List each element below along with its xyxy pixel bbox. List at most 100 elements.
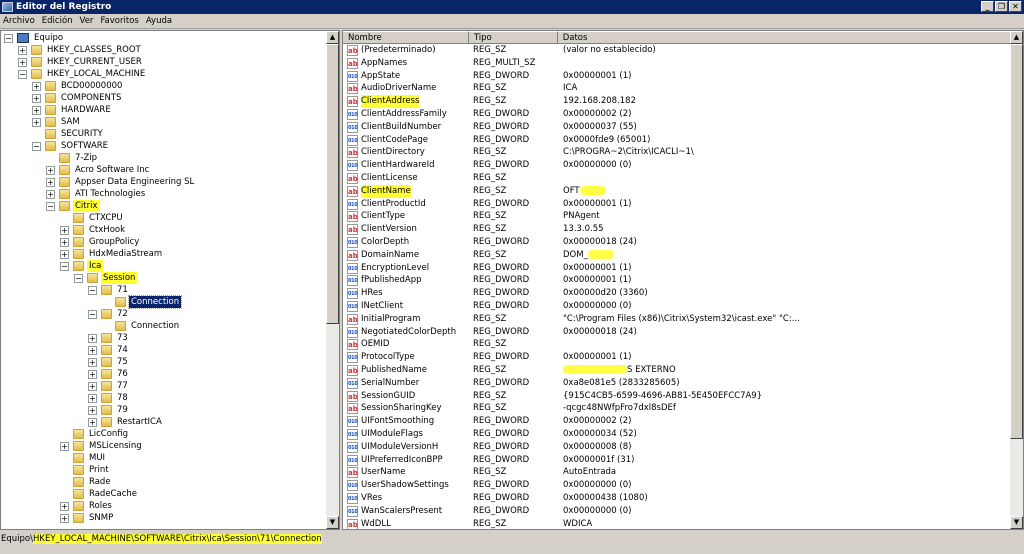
tree-node[interactable]: +78 (88, 392, 130, 404)
expand-icon[interactable]: + (32, 105, 41, 115)
tree-node-label[interactable]: Roles (87, 500, 114, 512)
column-datos[interactable]: Datos (557, 31, 1015, 44)
value-row[interactable]: ab DomainName REG_SZ DOM_ (343, 249, 1015, 262)
tree-node-label[interactable]: LicConfig (87, 428, 130, 440)
tree-node-label[interactable]: BCD00000000 (59, 80, 124, 92)
value-row[interactable]: ab ClientName REG_SZ OFT (343, 184, 1015, 198)
expand-icon[interactable]: + (32, 81, 41, 91)
tree-node-label[interactable]: 74 (115, 344, 130, 356)
expand-icon[interactable]: + (18, 45, 27, 55)
value-row[interactable]: ab ClientDirectory REG_SZ C:\PROGRA~2\Citri… (343, 146, 1015, 159)
tree-node[interactable]: +75 (88, 356, 130, 368)
collapse-icon[interactable]: − (88, 309, 97, 319)
tree-node-label[interactable]: SECURITY (59, 128, 105, 140)
tree-node-label[interactable]: Connection (129, 320, 181, 332)
tree-node[interactable]: − HKEY_LOCAL_MACHINE (18, 68, 147, 80)
close-button[interactable]: ✕ (1009, 1, 1022, 12)
collapse-icon[interactable]: − (32, 141, 41, 151)
value-row[interactable]: 010 ProtocolType REG_DWORD 0x00000001 (1) (343, 351, 1015, 364)
value-row[interactable]: ab ClientVersion REG_SZ 13.3.0.55 (343, 223, 1015, 236)
tree-node[interactable]: + HKEY_CLASSES_ROOT (18, 44, 143, 56)
column-nombre[interactable]: Nombre (343, 31, 469, 44)
tree-node-label[interactable]: HARDWARE (59, 104, 113, 116)
tree-node[interactable]: − Citrix (46, 200, 100, 212)
collapse-icon[interactable]: − (18, 69, 27, 79)
value-row[interactable]: ab ClientAddress REG_SZ 192.168.208.182 (343, 95, 1015, 109)
tree-node[interactable]: + ATI Technologies (46, 188, 147, 200)
tree-node-label[interactable]: 73 (115, 332, 130, 344)
expand-icon[interactable]: + (88, 393, 97, 403)
value-row[interactable]: 010 VRes REG_DWORD 0x00000438 (1080) (343, 492, 1015, 505)
tree-node-label[interactable]: Equipo (32, 32, 65, 44)
tree-node[interactable]: + BCD00000000 (32, 80, 124, 92)
tree-node[interactable]: +77 (88, 380, 130, 392)
expand-icon[interactable]: + (88, 357, 97, 367)
value-row[interactable]: 010 UIModuleVersionH REG_DWORD 0x00000008 (… (343, 441, 1015, 454)
value-row[interactable]: ab AudioDriverName REG_SZ ICA (343, 82, 1015, 95)
menu-ayuda[interactable]: Ayuda (143, 16, 176, 26)
expand-icon[interactable]: + (88, 333, 97, 343)
list-scrollbar[interactable]: ▲ ▼ (1010, 31, 1023, 529)
tree-node[interactable]: SECURITY (32, 128, 105, 140)
value-row[interactable]: 010 fPublishedApp REG_DWORD 0x00000001 (1) (343, 274, 1015, 287)
tree-node-label[interactable]: CTXCPU (87, 212, 125, 224)
value-row[interactable]: ab ClientLicense REG_SZ (343, 172, 1015, 185)
tree-node[interactable]: + COMPONENTS (32, 92, 123, 104)
column-tipo[interactable]: Tipo (468, 31, 558, 44)
tree-node[interactable]: Print (60, 464, 111, 476)
tree-node-label[interactable]: HdxMediaStream (87, 248, 164, 260)
tree-node-label[interactable]: 71 (115, 284, 130, 296)
tree-node[interactable]: + SNMP (60, 512, 115, 524)
tree-node-label[interactable]: Rade (87, 476, 113, 488)
menu-archivo[interactable]: Archivo (0, 16, 39, 26)
tree-node-label[interactable]: 72 (115, 308, 130, 320)
expand-icon[interactable]: + (88, 417, 97, 427)
menu-favoritos[interactable]: Favoritos (97, 16, 142, 26)
scroll-down-button[interactable]: ▼ (1010, 516, 1023, 529)
tree-node[interactable]: + Acro Software Inc (46, 164, 151, 176)
tree-node[interactable]: CTXCPU (60, 212, 125, 224)
value-row[interactable]: ab AppNames REG_MULTI_SZ (343, 57, 1015, 70)
tree-node-label[interactable]: HKEY_CLASSES_ROOT (45, 44, 143, 56)
tree-node-label[interactable]: 78 (115, 392, 130, 404)
scroll-thumb[interactable] (1010, 44, 1023, 439)
value-row[interactable]: 010 WanScalersPresent REG_DWORD 0x00000000 … (343, 505, 1015, 518)
tree-node[interactable]: LicConfig (60, 428, 130, 440)
expand-icon[interactable]: + (60, 513, 69, 523)
tree-node-label[interactable]: Session (101, 272, 138, 284)
expand-icon[interactable]: + (60, 249, 69, 259)
value-row[interactable]: 010 ClientHardwareId REG_DWORD 0x00000000 (… (343, 159, 1015, 172)
tree-node[interactable]: + RestartICA (88, 416, 164, 428)
tree-node-label[interactable]: MUI (87, 452, 107, 464)
values-list[interactable]: Nombre Tipo Datos ab (Predeterminado) REG_… (342, 30, 1024, 530)
tree-node-label[interactable]: Appser Data Engineering SL (73, 176, 196, 188)
tree-node-label[interactable]: Acro Software Inc (73, 164, 151, 176)
scroll-thumb[interactable] (326, 44, 339, 324)
expand-icon[interactable]: + (88, 405, 97, 415)
tree-node[interactable]: + CtxHook (60, 224, 127, 236)
tree-node[interactable]: − SOFTWARE (32, 140, 110, 152)
value-row[interactable]: ab InitialProgram REG_SZ "C:\Program Files … (343, 313, 1015, 326)
value-row[interactable]: ab SessionGUID REG_SZ {915C4CB5-6599-4696-A… (343, 390, 1015, 403)
tree-node[interactable]: − Equipo (4, 32, 65, 44)
value-row[interactable]: ab ClientType REG_SZ PNAgent (343, 210, 1015, 223)
tree-node[interactable]: Connection (102, 320, 181, 332)
scroll-down-button[interactable]: ▼ (326, 516, 339, 529)
expand-icon[interactable]: + (18, 57, 27, 67)
tree-node[interactable]: + HKEY_CURRENT_USER (18, 56, 144, 68)
value-row[interactable]: 010 ColorDepth REG_DWORD 0x00000018 (24) (343, 236, 1015, 249)
expand-icon[interactable]: + (60, 225, 69, 235)
tree-node[interactable]: − 72 (88, 308, 130, 320)
tree-scrollbar[interactable]: ▲ ▼ (326, 31, 339, 529)
value-row[interactable]: 010 SerialNumber REG_DWORD 0xa8e081e5 (2833… (343, 377, 1015, 390)
tree-node[interactable]: + SAM (32, 116, 82, 128)
tree-node-label[interactable]: Connection (127, 295, 183, 309)
tree-node-label[interactable]: CtxHook (87, 224, 127, 236)
tree-node[interactable]: − 71 (88, 284, 130, 296)
value-row[interactable]: ab WdDLL REG_SZ WDICA (343, 518, 1015, 529)
scroll-up-button[interactable]: ▲ (1010, 31, 1023, 44)
menu-ver[interactable]: Ver (77, 16, 98, 26)
tree-node[interactable]: +79 (88, 404, 130, 416)
expand-icon[interactable]: + (60, 501, 69, 511)
value-row[interactable]: 010 INetClient REG_DWORD 0x00000000 (0) (343, 300, 1015, 313)
